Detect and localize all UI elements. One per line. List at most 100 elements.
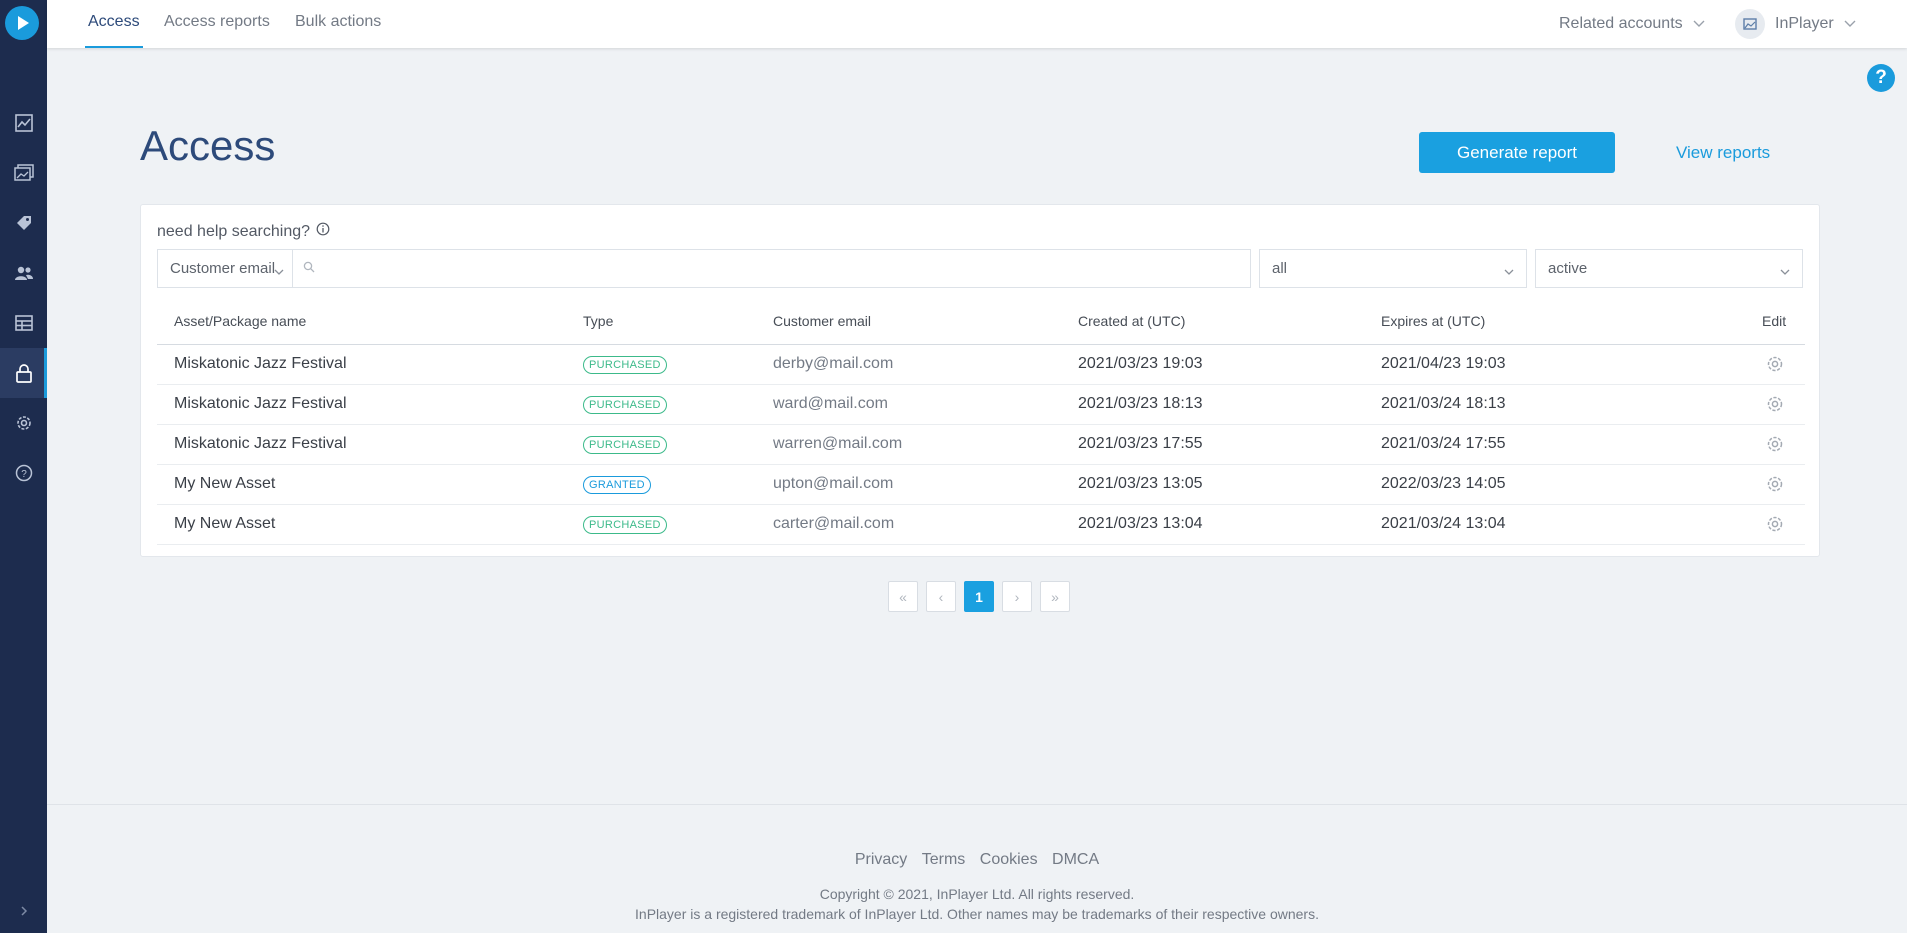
access-type-badge: PURCHASED (583, 396, 667, 414)
tab-bulk-actions[interactable]: Bulk actions (295, 0, 381, 48)
created-at-cell: 2021/03/23 13:04 (1078, 515, 1203, 532)
asset-name-cell[interactable]: My New Asset (174, 475, 275, 493)
chevron-down-icon (1504, 263, 1514, 280)
footer-links: Privacy Terms Cookies DMCA (47, 851, 1907, 869)
edit-gear-icon[interactable] (1765, 354, 1785, 379)
customer-email-cell[interactable]: upton@mail.com (773, 475, 893, 493)
table-row: My New Asset PURCHASED carter@mail.com 2021… (157, 505, 1805, 545)
inplayer-logo[interactable] (5, 6, 39, 40)
related-accounts-dropdown[interactable]: Related accounts (1559, 0, 1705, 48)
search-help-label: need help searching? (157, 222, 311, 240)
pagination-next[interactable]: › (1002, 581, 1032, 612)
avatar (1735, 9, 1765, 39)
table-header: Asset/Package name Type Customer email C… (157, 303, 1805, 345)
generate-report-button[interactable]: Generate report (1419, 132, 1615, 173)
search-field-value: Customer email (170, 260, 276, 277)
sidebar-item-assets[interactable] (0, 148, 47, 198)
search-input[interactable] (323, 260, 1223, 277)
expires-at-cell: 2022/03/23 14:05 (1381, 475, 1506, 492)
pricing-tag-icon (15, 214, 33, 232)
sidebar-item-pricing[interactable] (0, 198, 47, 248)
tab-access[interactable]: Access (85, 0, 143, 48)
reports-table-icon (14, 315, 33, 331)
pagination-first[interactable]: « (888, 581, 918, 612)
tab-access-reports[interactable]: Access reports (164, 0, 270, 48)
lock-icon (15, 363, 33, 383)
created-at-cell: 2021/03/23 18:13 (1078, 395, 1203, 412)
search-field-select[interactable]: Customer email (157, 249, 293, 288)
access-table-card: need help searching? Customer email all … (140, 204, 1820, 557)
footer-trademark: InPlayer is a registered trademark of In… (635, 906, 1319, 922)
analytics-icon (14, 114, 33, 132)
audience-icon (14, 265, 34, 281)
asset-name-cell[interactable]: Miskatonic Jazz Festival (174, 355, 347, 373)
view-reports-link[interactable]: View reports (1676, 143, 1770, 163)
chevron-down-icon (1693, 15, 1705, 33)
table-row: My New Asset GRANTED upton@mail.com 2021/03… (157, 465, 1805, 505)
customer-email-cell[interactable]: derby@mail.com (773, 355, 893, 373)
expires-at-cell: 2021/04/23 19:03 (1381, 355, 1506, 372)
info-icon[interactable] (316, 222, 330, 241)
sidebar: ? (0, 0, 47, 933)
created-at-cell: 2021/03/23 19:03 (1078, 355, 1203, 372)
pagination-prev[interactable]: ‹ (926, 581, 956, 612)
search-icon (303, 260, 315, 278)
account-menu[interactable]: InPlayer (1735, 0, 1856, 48)
asset-name-cell[interactable]: My New Asset (174, 515, 275, 533)
footer-link-privacy[interactable]: Privacy (855, 851, 907, 868)
access-type-badge: PURCHASED (583, 516, 667, 534)
related-accounts-label: Related accounts (1559, 15, 1683, 32)
expires-at-cell: 2021/03/24 13:04 (1381, 515, 1506, 532)
asset-name-cell[interactable]: Miskatonic Jazz Festival (174, 435, 347, 453)
customer-email-cell[interactable]: carter@mail.com (773, 515, 894, 533)
help-circle-icon: ? (15, 464, 33, 482)
created-at-cell: 2021/03/23 13:05 (1078, 475, 1203, 492)
sidebar-expand-button[interactable] (0, 893, 47, 933)
sidebar-item-access[interactable] (0, 348, 47, 398)
column-header-created[interactable]: Created at (UTC) (1078, 313, 1185, 329)
page-title: Access (140, 122, 276, 169)
edit-gear-icon[interactable] (1765, 514, 1785, 539)
access-type-badge: PURCHASED (583, 356, 667, 374)
search-help[interactable]: need help searching? (157, 222, 330, 241)
chevron-down-icon (1844, 15, 1856, 33)
created-at-cell: 2021/03/23 17:55 (1078, 435, 1203, 452)
status-filter-value: active (1548, 260, 1588, 277)
column-header-edit: Edit (1762, 313, 1787, 329)
edit-gear-icon[interactable] (1765, 394, 1785, 419)
column-header-asset[interactable]: Asset/Package name (174, 313, 306, 329)
table-row: Miskatonic Jazz Festival PURCHASED warren@… (157, 425, 1805, 465)
asset-name-cell[interactable]: Miskatonic Jazz Festival (174, 395, 347, 413)
footer-divider (47, 804, 1907, 805)
access-type-badge: PURCHASED (583, 436, 667, 454)
footer-link-terms[interactable]: Terms (922, 851, 966, 868)
expires-at-cell: 2021/03/24 17:55 (1381, 435, 1506, 452)
chevron-down-icon (274, 263, 284, 280)
help-button[interactable]: ? (1867, 64, 1895, 92)
column-header-type[interactable]: Type (583, 313, 613, 329)
pagination-page-current[interactable]: 1 (964, 581, 994, 612)
status-filter-select[interactable]: active (1535, 249, 1803, 288)
footer-link-dmca[interactable]: DMCA (1052, 851, 1099, 868)
edit-gear-icon[interactable] (1765, 474, 1785, 499)
customer-email-cell[interactable]: ward@mail.com (773, 395, 888, 413)
top-navigation: Access Access reports Bulk actions Relat… (47, 0, 1907, 48)
sidebar-item-reports[interactable] (0, 298, 47, 348)
chevron-right-icon (19, 904, 29, 922)
sidebar-item-help[interactable]: ? (0, 448, 47, 498)
column-header-expires[interactable]: Expires at (UTC) (1381, 313, 1485, 329)
column-header-email[interactable]: Customer email (773, 313, 871, 329)
customer-email-cell[interactable]: warren@mail.com (773, 435, 902, 453)
edit-gear-icon[interactable] (1765, 434, 1785, 459)
pagination-last[interactable]: » (1040, 581, 1070, 612)
search-input-wrapper (292, 249, 1251, 288)
expires-at-cell: 2021/03/24 18:13 (1381, 395, 1506, 412)
footer-copyright: Copyright © 2021, InPlayer Ltd. All righ… (819, 886, 1135, 902)
footer-link-cookies[interactable]: Cookies (980, 851, 1038, 868)
sidebar-item-settings[interactable] (0, 398, 47, 448)
sidebar-item-audience[interactable] (0, 248, 47, 298)
access-type-badge: GRANTED (583, 476, 651, 494)
type-filter-select[interactable]: all (1259, 249, 1527, 288)
chevron-down-icon (1780, 263, 1790, 280)
sidebar-item-analytics[interactable] (0, 98, 47, 148)
